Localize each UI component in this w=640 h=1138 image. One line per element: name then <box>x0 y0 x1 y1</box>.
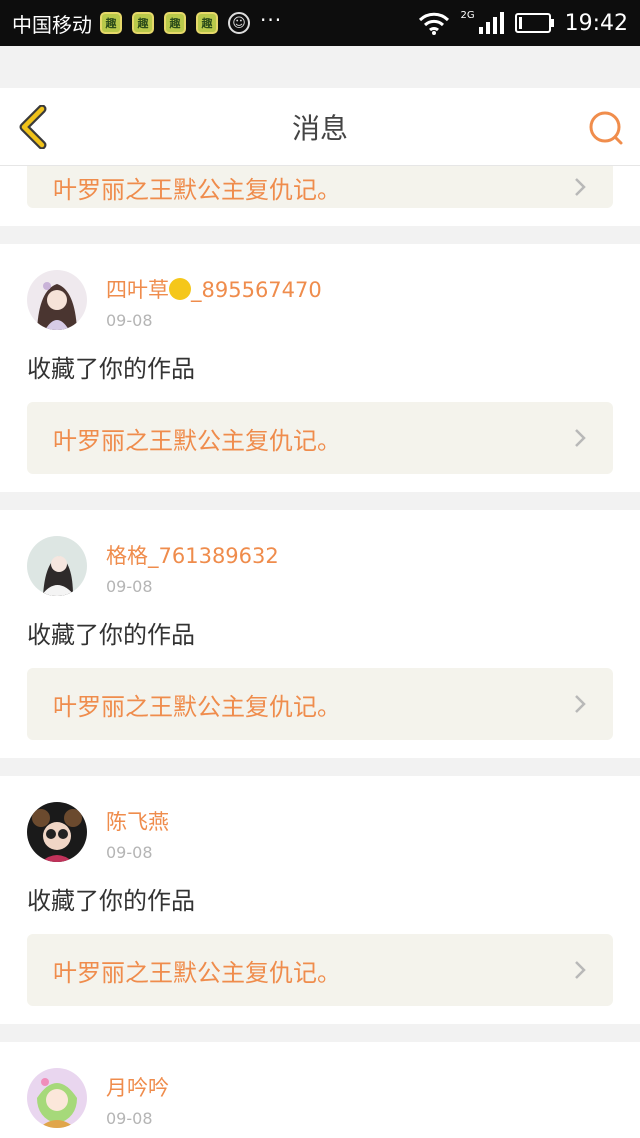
action-text: 收藏了你的作品 <box>27 621 195 649</box>
avatar[interactable] <box>27 1068 87 1128</box>
username[interactable]: 月吟吟 <box>106 1074 169 1102</box>
action-text: 收藏了你的作品 <box>27 887 195 915</box>
action-text: 收藏了你的作品 <box>27 355 195 383</box>
chevron-right-icon <box>575 429 586 447</box>
nav-header: 消息 <box>0 88 640 166</box>
message-date: 09-08 <box>106 577 153 596</box>
work-title: 叶罗丽之王默公主复仇记。 <box>53 175 341 204</box>
avatar[interactable] <box>27 536 87 596</box>
message-card: 四叶草 _895567470 09-08 收藏了你的作品 叶罗丽之王默公主复仇记。 <box>0 244 640 492</box>
top-spacer <box>0 46 640 88</box>
message-list[interactable]: 叶罗丽之王默公主复仇记。 四叶草 _895567470 09-08 收藏了你的作品 <box>0 166 640 1138</box>
user-row: 陈飞燕 09-08 <box>27 802 613 868</box>
chevron-right-icon <box>575 695 586 713</box>
work-link[interactable]: 叶罗丽之王默公主复仇记。 <box>27 668 613 740</box>
back-button[interactable] <box>14 105 54 149</box>
username[interactable]: 格格_761389632 <box>106 542 279 570</box>
smile-notification-icon: ☺ <box>228 12 250 34</box>
username[interactable]: 四叶草 _895567470 <box>106 276 322 304</box>
work-link[interactable]: 叶罗丽之王默公主复仇记。 <box>27 934 613 1006</box>
chevron-right-icon <box>575 961 586 979</box>
user-row: 四叶草 _895567470 09-08 <box>27 270 613 336</box>
network-type: 2G <box>460 9 475 21</box>
work-link[interactable]: 叶罗丽之王默公主复仇记。 <box>27 166 613 208</box>
message-card: 叶罗丽之王默公主复仇记。 <box>0 166 640 226</box>
signal-icon <box>478 12 504 34</box>
app-notification-icon: 趣 <box>164 12 186 34</box>
message-card: 月吟吟 09-08 <box>0 1042 640 1138</box>
avatar[interactable] <box>27 802 87 862</box>
message-card: 陈飞燕 09-08 收藏了你的作品 叶罗丽之王默公主复仇记。 <box>0 776 640 1024</box>
user-row: 格格_761389632 09-08 <box>27 536 613 602</box>
user-row: 月吟吟 09-08 <box>27 1068 613 1134</box>
clock: 19:42 <box>564 10 628 36</box>
app-notification-icon: 趣 <box>100 12 122 34</box>
message-card: 格格_761389632 09-08 收藏了你的作品 叶罗丽之王默公主复仇记。 <box>0 510 640 758</box>
status-bar: 中国移动 趣 趣 趣 趣 ☺ ··· 2G 19:42 <box>0 0 640 46</box>
chevron-right-icon <box>575 178 586 196</box>
work-title: 叶罗丽之王默公主复仇记。 <box>53 692 341 721</box>
work-link[interactable]: 叶罗丽之王默公主复仇记。 <box>27 402 613 474</box>
app-notification-icon: 趣 <box>132 12 154 34</box>
more-notifications-icon: ··· <box>260 8 283 32</box>
search-button[interactable] <box>586 108 626 148</box>
username[interactable]: 陈飞燕 <box>106 808 169 836</box>
page-title: 消息 <box>291 111 348 145</box>
app-notification-icon: 趣 <box>196 12 218 34</box>
battery-icon <box>514 13 554 33</box>
message-date: 09-08 <box>106 311 153 330</box>
avatar[interactable] <box>27 270 87 330</box>
message-date: 09-08 <box>106 1109 153 1128</box>
wifi-icon <box>419 12 450 35</box>
message-date: 09-08 <box>106 843 153 862</box>
carrier-name: 中国移动 <box>12 12 92 37</box>
smiley-emoji-icon <box>169 278 191 300</box>
work-title: 叶罗丽之王默公主复仇记。 <box>53 958 341 987</box>
work-title: 叶罗丽之王默公主复仇记。 <box>53 426 341 455</box>
